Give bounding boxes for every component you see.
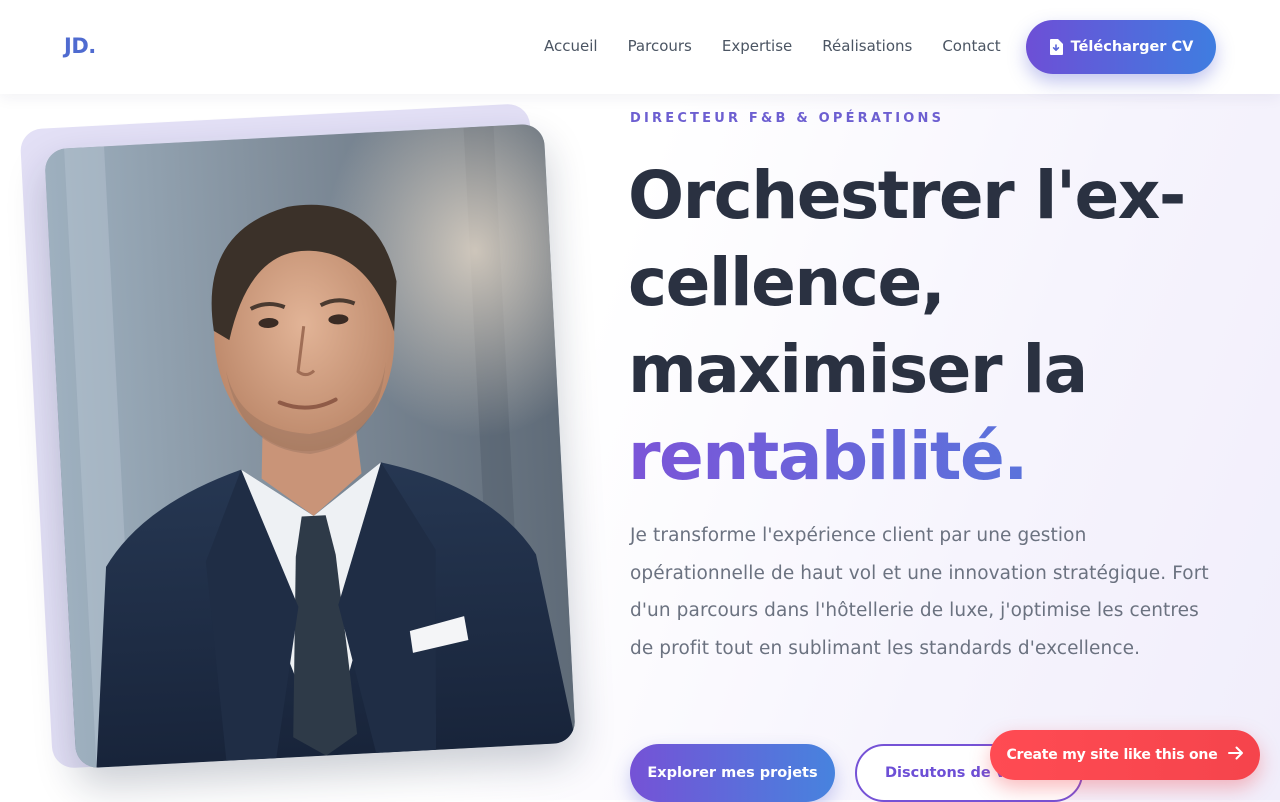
- nav-link-accueil[interactable]: Accueil: [544, 37, 598, 55]
- hero-intro: Je transforme l'expérience client par un…: [630, 525, 1209, 659]
- nav-links: Accueil Parcours Expertise Réalisations …: [544, 37, 1031, 55]
- nav-link-parcours[interactable]: Parcours: [628, 37, 692, 55]
- headline-line-3: maximiser la: [628, 331, 1088, 408]
- headline-accent: rentabilité.: [628, 413, 1228, 500]
- logo[interactable]: JD.: [64, 34, 96, 58]
- nav-link-realisations[interactable]: Réalisations: [822, 37, 912, 55]
- create-site-button[interactable]: Create my site like this one: [990, 730, 1260, 780]
- create-site-label: Create my site like this one: [1006, 747, 1218, 763]
- arrow-right-icon: [1227, 746, 1244, 764]
- download-cv-label: Télécharger CV: [1070, 39, 1194, 55]
- hero-headline: Orchestrer l'ex- cellence, maximiser la …: [628, 152, 1228, 500]
- nav-link-contact[interactable]: Contact: [942, 37, 1000, 55]
- hero-eyebrow: DIRECTEUR F&B & OPÉRATIONS: [630, 111, 945, 126]
- navbar: JD. Accueil Parcours Expertise Réalisati…: [0, 0, 1280, 94]
- headline-line-1: Orchestrer l'ex-: [628, 157, 1186, 234]
- portrait-photo: [44, 123, 576, 769]
- file-download-icon: [1049, 39, 1063, 55]
- nav-link-expertise[interactable]: Expertise: [722, 37, 792, 55]
- headline-line-2: cellence,: [628, 244, 946, 321]
- explore-projects-button[interactable]: Explorer mes projets: [630, 744, 835, 802]
- download-cv-button[interactable]: Télécharger CV: [1026, 20, 1216, 74]
